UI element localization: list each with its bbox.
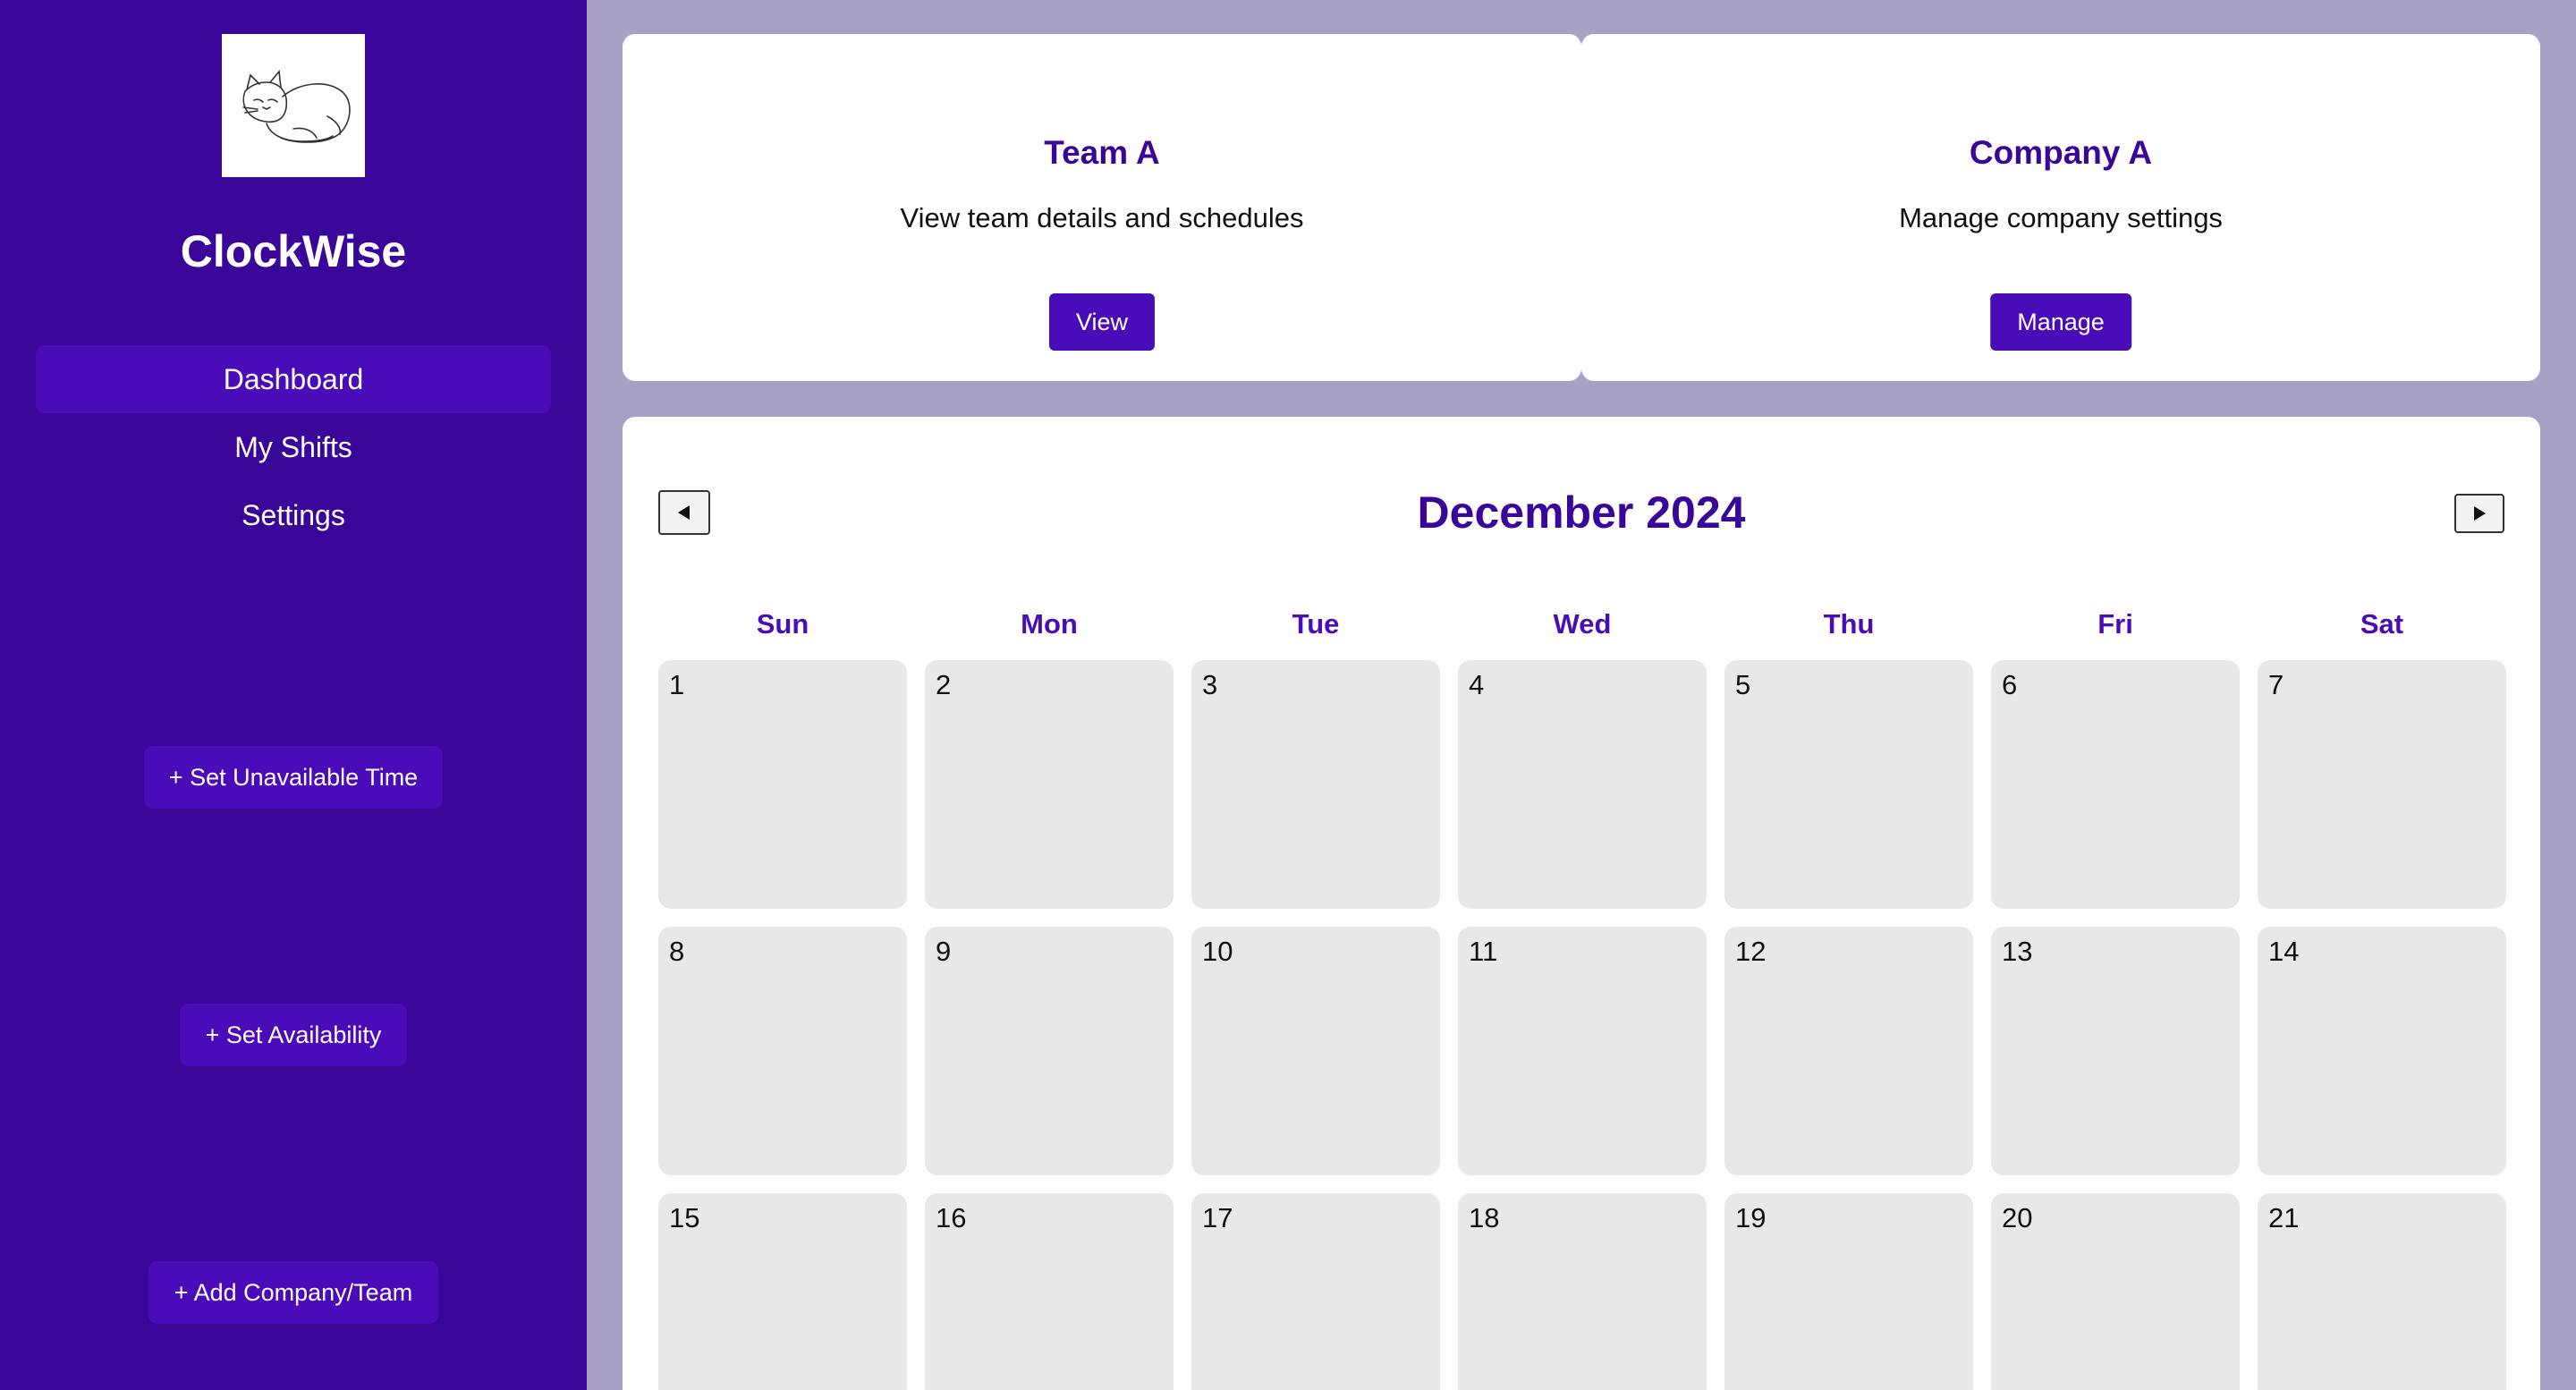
company-card-title: Company A — [1969, 134, 2153, 171]
team-card: Team A View team details and schedules V… — [623, 34, 1581, 381]
day-number: 14 — [2268, 936, 2300, 967]
calendar-day-cell[interactable]: 14 — [2258, 927, 2506, 1175]
cat-logo-icon[interactable] — [222, 34, 365, 177]
company-card-description: Manage company settings — [1899, 202, 2223, 233]
calendar-day-cell[interactable]: 5 — [1724, 660, 1973, 909]
weekday-header-sun: Sun — [756, 608, 809, 640]
triangle-right-icon — [2474, 506, 2486, 521]
calendar-day-cell[interactable]: 20 — [1991, 1193, 2240, 1390]
calendar-day-cell[interactable]: 15 — [658, 1193, 907, 1390]
day-number: 13 — [2002, 936, 2033, 967]
next-month-button[interactable] — [2454, 494, 2504, 533]
nav-item-settings[interactable]: Settings — [36, 481, 551, 549]
nav-item-dashboard[interactable]: Dashboard — [36, 345, 551, 413]
day-number: 19 — [1735, 1202, 1767, 1233]
calendar-day-cell[interactable]: 17 — [1191, 1193, 1440, 1390]
manage-company-button[interactable]: Manage — [1990, 293, 2131, 351]
day-number: 5 — [1735, 669, 1751, 700]
calendar-day-cell[interactable]: 4 — [1458, 660, 1707, 909]
calendar-day-cell[interactable]: 11 — [1458, 927, 1707, 1175]
company-card: Company A Manage company settings Manage — [1581, 34, 2540, 381]
weekday-header-mon: Mon — [1021, 608, 1078, 640]
day-number: 3 — [1202, 669, 1218, 700]
day-number: 9 — [936, 936, 952, 967]
calendar: December 2024 Sun Mon Tue Wed Thu Fri Sat 1234… — [623, 417, 2540, 1390]
set-availability-button[interactable]: + Set Availability — [180, 1004, 407, 1066]
calendar-day-cell[interactable]: 12 — [1724, 927, 1973, 1175]
day-number: 11 — [1469, 936, 1498, 967]
calendar-day-cell[interactable]: 8 — [658, 927, 907, 1175]
day-number: 16 — [936, 1202, 967, 1233]
brand-name: ClockWise — [180, 226, 407, 276]
day-number: 4 — [1469, 669, 1485, 700]
calendar-day-cell[interactable]: 13 — [1991, 927, 2240, 1175]
app-root: ClockWise Dashboard My Shifts Settings +… — [0, 0, 2576, 1390]
weekday-header-fri: Fri — [2097, 608, 2133, 640]
day-number: 17 — [1202, 1202, 1233, 1233]
calendar-day-cell[interactable]: 16 — [925, 1193, 1174, 1390]
calendar-day-cell[interactable]: 1 — [658, 660, 907, 909]
weekday-header-tue: Tue — [1292, 608, 1340, 640]
calendar-day-cell[interactable]: 6 — [1991, 660, 2240, 909]
weekday-header-thu: Thu — [1823, 608, 1875, 640]
day-number: 18 — [1469, 1202, 1500, 1233]
calendar-day-cell[interactable]: 7 — [2258, 660, 2506, 909]
day-number: 12 — [1735, 936, 1767, 967]
set-unavailable-time-button[interactable]: + Set Unavailable Time — [144, 746, 443, 809]
calendar-day-cell[interactable]: 10 — [1191, 927, 1440, 1175]
add-company-team-button[interactable]: + Add Company/Team — [148, 1261, 438, 1324]
calendar-month-title: December 2024 — [1417, 487, 1746, 538]
nav-item-my-shifts[interactable]: My Shifts — [36, 413, 551, 481]
view-team-button[interactable]: View — [1048, 293, 1156, 351]
day-number: 1 — [669, 669, 685, 700]
weekday-header-sat: Sat — [2360, 608, 2404, 640]
day-number: 7 — [2268, 669, 2284, 700]
weekday-header-wed: Wed — [1553, 608, 1612, 640]
day-number: 21 — [2268, 1202, 2300, 1233]
day-number: 15 — [669, 1202, 700, 1233]
calendar-day-cell[interactable]: 18 — [1458, 1193, 1707, 1390]
calendar-day-cell[interactable]: 3 — [1191, 660, 1440, 909]
day-number: 10 — [1202, 936, 1233, 967]
day-number: 2 — [936, 669, 952, 700]
calendar-day-cell[interactable]: 2 — [925, 660, 1174, 909]
day-number: 8 — [669, 936, 685, 967]
sidebar: ClockWise Dashboard My Shifts Settings +… — [0, 0, 587, 1390]
team-card-title: Team A — [1044, 134, 1160, 171]
team-card-description: View team details and schedules — [900, 202, 1304, 233]
day-number: 20 — [2002, 1202, 2033, 1233]
day-number: 6 — [2002, 669, 2018, 700]
calendar-day-cell[interactable]: 19 — [1724, 1193, 1973, 1390]
calendar-day-cell[interactable]: 9 — [925, 927, 1174, 1175]
calendar-day-cell[interactable]: 21 — [2258, 1193, 2506, 1390]
